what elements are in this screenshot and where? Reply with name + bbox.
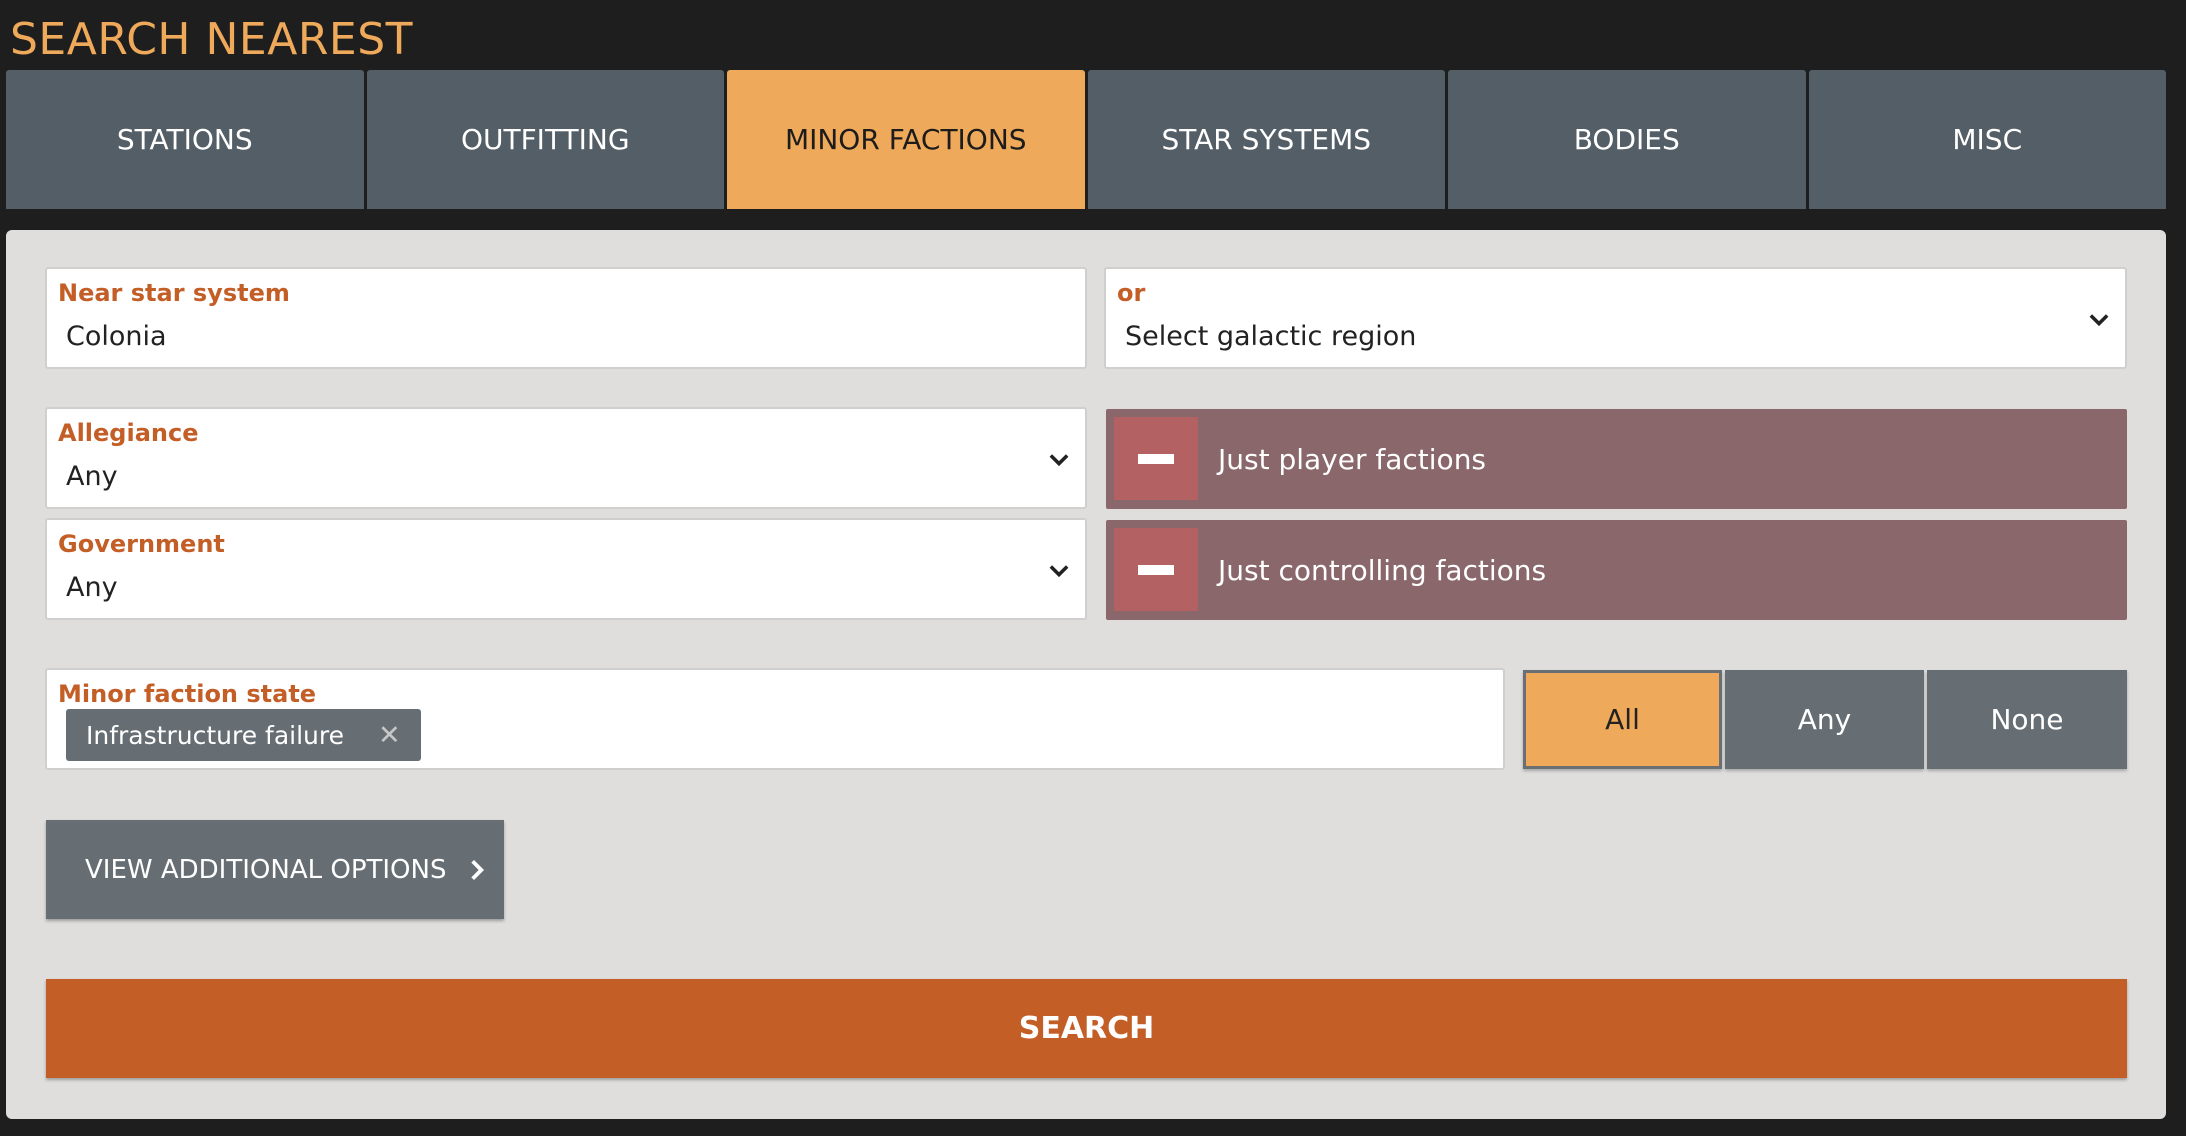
controlling-factions-checkbox[interactable] xyxy=(1114,528,1198,611)
tab-stations[interactable]: STATIONS xyxy=(6,70,364,209)
tab-outfitting[interactable]: OUTFITTING xyxy=(366,70,724,209)
minus-icon xyxy=(1138,453,1174,464)
match-any-button[interactable]: Any xyxy=(1725,670,1924,769)
tab-minor-factions[interactable]: MINOR FACTIONS xyxy=(727,70,1085,209)
player-factions-label: Just player factions xyxy=(1218,442,1487,476)
tab-star-systems[interactable]: STAR SYSTEMS xyxy=(1087,70,1445,209)
match-none-button[interactable]: None xyxy=(1927,670,2127,769)
chip-label: Infrastructure failure xyxy=(86,720,344,750)
galactic-region-label: or xyxy=(1117,279,1146,307)
government-label: Government xyxy=(58,530,225,558)
page-title: SEARCH NEAREST xyxy=(10,14,413,65)
close-icon[interactable]: ✕ xyxy=(378,720,401,751)
faction-state-chip: Infrastructure failure ✕ xyxy=(66,709,421,761)
view-additional-options-label: VIEW ADDITIONAL OPTIONS xyxy=(85,854,447,885)
government-value: Any xyxy=(66,572,118,603)
chevron-down-icon xyxy=(1049,565,1069,578)
match-all-button[interactable]: All xyxy=(1523,670,1722,769)
allegiance-label: Allegiance xyxy=(58,419,199,447)
near-star-system-input[interactable]: Colonia xyxy=(66,321,167,352)
near-star-system-label: Near star system xyxy=(58,279,290,307)
galactic-region-select[interactable]: or Select galactic region xyxy=(1104,267,2127,369)
controlling-factions-toggle[interactable]: Just controlling factions xyxy=(1106,520,2127,620)
allegiance-value: Any xyxy=(66,461,118,492)
search-form-panel: Near star system Colonia or Select galac… xyxy=(6,230,2166,1119)
tab-misc[interactable]: MISC xyxy=(1808,70,2166,209)
tab-bar: STATIONS OUTFITTING MINOR FACTIONS STAR … xyxy=(6,70,2166,209)
search-button[interactable]: SEARCH xyxy=(46,979,2127,1078)
allegiance-select[interactable]: Allegiance Any xyxy=(45,407,1087,509)
faction-state-multiselect[interactable]: Minor faction state Infrastructure failu… xyxy=(45,668,1505,770)
galactic-region-value: Select galactic region xyxy=(1125,321,1417,352)
view-additional-options-button[interactable]: VIEW ADDITIONAL OPTIONS xyxy=(46,820,504,919)
chevron-down-icon xyxy=(1049,454,1069,467)
controlling-factions-label: Just controlling factions xyxy=(1218,553,1547,587)
minus-icon xyxy=(1138,564,1174,575)
player-factions-toggle[interactable]: Just player factions xyxy=(1106,409,2127,509)
tab-bodies[interactable]: BODIES xyxy=(1448,70,1806,209)
player-factions-checkbox[interactable] xyxy=(1114,417,1198,500)
faction-state-label: Minor faction state xyxy=(58,680,317,708)
near-star-system-field[interactable]: Near star system Colonia xyxy=(45,267,1087,369)
government-select[interactable]: Government Any xyxy=(45,518,1087,620)
chevron-down-icon xyxy=(2089,314,2109,327)
chevron-right-icon xyxy=(471,859,485,880)
